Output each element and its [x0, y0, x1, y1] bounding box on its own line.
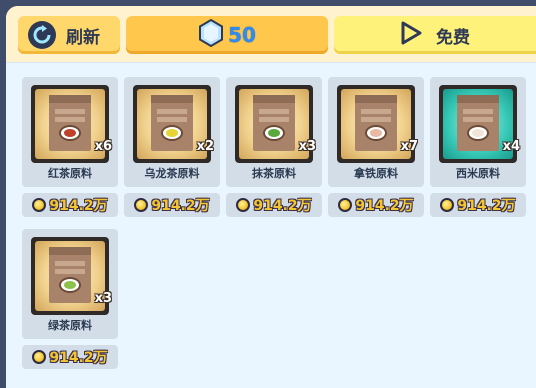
item-price: 914.2万	[49, 198, 108, 214]
item-card[interactable]: x3 绿茶原料	[22, 229, 118, 339]
buy-price-button[interactable]: 914.2万	[124, 193, 220, 217]
gem-count: 50	[228, 23, 256, 47]
item-quantity: x6	[94, 139, 112, 154]
item-name: 西米原料	[456, 167, 500, 180]
item-quantity: x3	[94, 291, 112, 306]
item-price: 914.2万	[355, 198, 414, 214]
refresh-button[interactable]: 刷新	[18, 16, 120, 54]
coin-icon	[338, 198, 353, 212]
coin-icon	[134, 198, 149, 212]
shop-item[interactable]: x3 绿茶原料 914.2万	[22, 229, 118, 369]
refresh-icon	[28, 21, 56, 49]
item-card[interactable]: x4 西米原料	[430, 77, 526, 187]
item-quantity: x3	[298, 139, 316, 154]
shop-item[interactable]: x6 红茶原料 914.2万	[22, 77, 118, 217]
item-price: 914.2万	[49, 350, 108, 366]
item-quantity: x2	[196, 139, 214, 154]
play-icon	[400, 21, 422, 49]
coin-icon	[32, 350, 47, 364]
free-label: 免费	[436, 27, 470, 48]
item-card[interactable]: x2 乌龙茶原料	[124, 77, 220, 187]
item-price: 914.2万	[457, 198, 516, 214]
item-card[interactable]: x6 红茶原料	[22, 77, 118, 187]
buy-price-button[interactable]: 914.2万	[22, 193, 118, 217]
buy-price-button[interactable]: 914.2万	[226, 193, 322, 217]
free-button[interactable]: 免费	[334, 16, 536, 54]
gem-icon	[198, 18, 224, 51]
shop-item[interactable]: x3 抹茶原料 914.2万	[226, 77, 322, 217]
shop-panel: 刷新 50 免费 x6 红茶原料 914.2万 x2 乌龙茶原料 914.2万 …	[6, 6, 536, 388]
item-card[interactable]: x3 抹茶原料	[226, 77, 322, 187]
item-name: 红茶原料	[48, 167, 92, 180]
item-name: 绿茶原料	[48, 319, 92, 332]
item-name: 抹茶原料	[252, 167, 296, 180]
item-name: 乌龙茶原料	[144, 167, 200, 180]
item-quantity: x4	[502, 139, 520, 154]
shop-item[interactable]: x7 拿铁原料 914.2万	[328, 77, 424, 217]
item-price: 914.2万	[253, 198, 312, 214]
shop-item-list: x6 红茶原料 914.2万 x2 乌龙茶原料 914.2万 x3 抹茶原料 9…	[6, 62, 536, 388]
shop-item[interactable]: x2 乌龙茶原料 914.2万	[124, 77, 220, 217]
gem-balance: 50	[126, 16, 328, 54]
buy-price-button[interactable]: 914.2万	[22, 345, 118, 369]
item-quantity: x7	[400, 139, 418, 154]
coin-icon	[32, 198, 47, 212]
refresh-label: 刷新	[66, 27, 100, 48]
shop-item[interactable]: x4 西米原料 914.2万	[430, 77, 526, 217]
coin-icon	[440, 198, 455, 212]
coin-icon	[236, 198, 251, 212]
shop-toolbar: 刷新 50 免费	[6, 6, 536, 62]
item-card[interactable]: x7 拿铁原料	[328, 77, 424, 187]
item-name: 拿铁原料	[354, 167, 398, 180]
buy-price-button[interactable]: 914.2万	[328, 193, 424, 217]
buy-price-button[interactable]: 914.2万	[430, 193, 526, 217]
item-price: 914.2万	[151, 198, 210, 214]
